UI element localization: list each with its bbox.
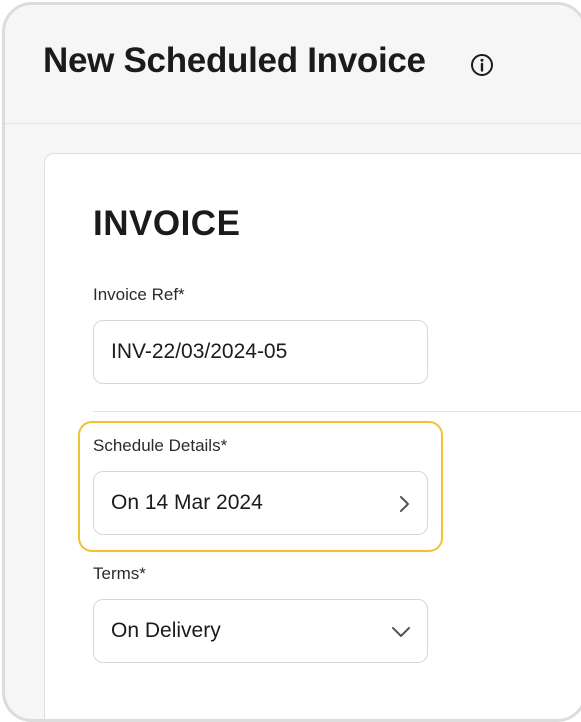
page-header: New Scheduled Invoice xyxy=(5,5,581,124)
section-title: INVOICE xyxy=(93,204,241,243)
schedule-details-value: On 14 Mar 2024 xyxy=(111,491,263,514)
app-frame: New Scheduled Invoice INVOICE Invoice Re… xyxy=(2,2,581,722)
chevron-down-icon xyxy=(392,627,410,637)
schedule-details-label: Schedule Details* xyxy=(93,436,228,455)
invoice-ref-value: INV-22/03/2024-05 xyxy=(111,340,288,363)
schedule-details-field[interactable]: On 14 Mar 2024 xyxy=(93,471,428,535)
info-icon[interactable] xyxy=(470,53,494,77)
page-title: New Scheduled Invoice xyxy=(43,41,426,80)
terms-value: On Delivery xyxy=(111,619,221,642)
divider xyxy=(93,411,581,412)
invoice-ref-input[interactable]: INV-22/03/2024-05 xyxy=(93,320,428,384)
terms-label: Terms* xyxy=(93,564,146,583)
invoice-ref-label: Invoice Ref* xyxy=(93,285,185,304)
invoice-form-card: INVOICE Invoice Ref* INV-22/03/2024-05 S… xyxy=(44,153,581,719)
chevron-right-icon xyxy=(400,496,409,512)
terms-select[interactable]: On Delivery xyxy=(93,599,428,663)
